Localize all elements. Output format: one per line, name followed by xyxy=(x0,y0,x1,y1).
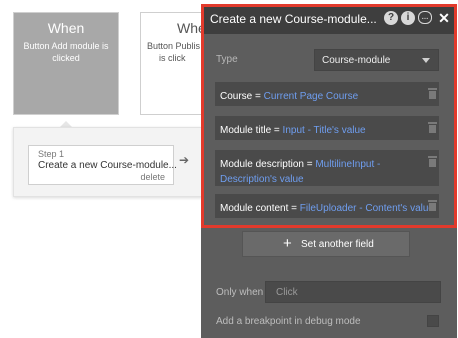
event-title: Whe xyxy=(177,20,206,36)
field-equals: = xyxy=(306,159,313,170)
field-value[interactable]: FileUploader - Content's value xyxy=(300,203,434,214)
step-text: Create a new Course-module... xyxy=(38,160,177,171)
help-icon[interactable]: ? xyxy=(384,11,398,25)
field-value[interactable]: Input - Title's value xyxy=(283,125,366,136)
only-when-label: Only when xyxy=(216,287,264,298)
field-module-description[interactable]: Module description = MultilineInput - De… xyxy=(215,150,439,186)
event-description: Button Add module is clicked xyxy=(23,41,109,63)
breakpoint-label: Add a breakpoint in debug mode xyxy=(216,316,361,327)
type-label: Type xyxy=(216,54,238,65)
field-equals: = xyxy=(273,125,280,136)
comment-icon[interactable]: … xyxy=(418,11,432,24)
event-title: When xyxy=(47,20,85,36)
event-card-publish[interactable]: Whe Button Publis is click xyxy=(140,12,206,115)
type-dropdown-value: Course-module xyxy=(322,55,391,66)
arrow-right-icon: ➔ xyxy=(179,153,190,167)
trash-icon[interactable] xyxy=(428,122,437,133)
event-description: Button Publis is click xyxy=(141,40,205,64)
event-description-line: Button Publis xyxy=(147,41,201,51)
close-icon[interactable]: ✕ xyxy=(437,11,451,25)
field-value[interactable]: Current Page Course xyxy=(264,91,359,102)
step-delete-link[interactable]: delete xyxy=(140,172,165,182)
trash-icon[interactable] xyxy=(428,88,437,99)
step-label: Step 1 xyxy=(38,149,65,159)
breakpoint-checkbox[interactable] xyxy=(427,315,439,327)
field-expression: Module description = MultilineInput - De… xyxy=(220,157,429,187)
only-when-input[interactable]: Click xyxy=(265,281,441,303)
field-expression: Course = Current Page Course xyxy=(220,89,429,104)
field-expression: Module content = FileUploader - Content'… xyxy=(220,201,435,216)
set-another-field-button[interactable]: + Set another field xyxy=(242,231,410,257)
info-icon[interactable]: i xyxy=(401,11,415,25)
trash-icon[interactable] xyxy=(428,200,437,211)
only-when-placeholder: Click xyxy=(276,287,298,298)
set-another-field-label: Set another field xyxy=(301,239,374,250)
panel-header: Create a new Course-module... ? i … ✕ xyxy=(201,4,457,34)
event-description-line: is click xyxy=(159,53,186,63)
field-course[interactable]: Course = Current Page Course xyxy=(215,82,439,106)
plus-icon: + xyxy=(283,235,292,252)
panel-title: Create a new Course-module... xyxy=(210,12,377,26)
chevron-down-icon xyxy=(422,58,430,63)
trash-icon[interactable] xyxy=(428,156,437,167)
field-expression: Module title = Input - Title's value xyxy=(220,123,429,138)
field-key: Module content xyxy=(220,203,289,214)
field-module-content[interactable]: Module content = FileUploader - Content'… xyxy=(215,194,439,218)
field-equals: = xyxy=(255,91,261,102)
action-step-card[interactable]: Step 1 Create a new Course-module... del… xyxy=(28,145,177,185)
action-property-panel: Create a new Course-module... ? i … ✕ Ty… xyxy=(201,4,457,338)
field-module-title[interactable]: Module title = Input - Title's value xyxy=(215,116,439,140)
field-key: Module title xyxy=(220,125,272,136)
event-card-add-module[interactable]: When Button Add module is clicked xyxy=(13,12,119,115)
field-key: Course xyxy=(220,91,253,102)
field-equals: = xyxy=(291,203,298,214)
field-key: Module description xyxy=(220,159,304,170)
type-dropdown[interactable]: Course-module xyxy=(314,49,439,71)
